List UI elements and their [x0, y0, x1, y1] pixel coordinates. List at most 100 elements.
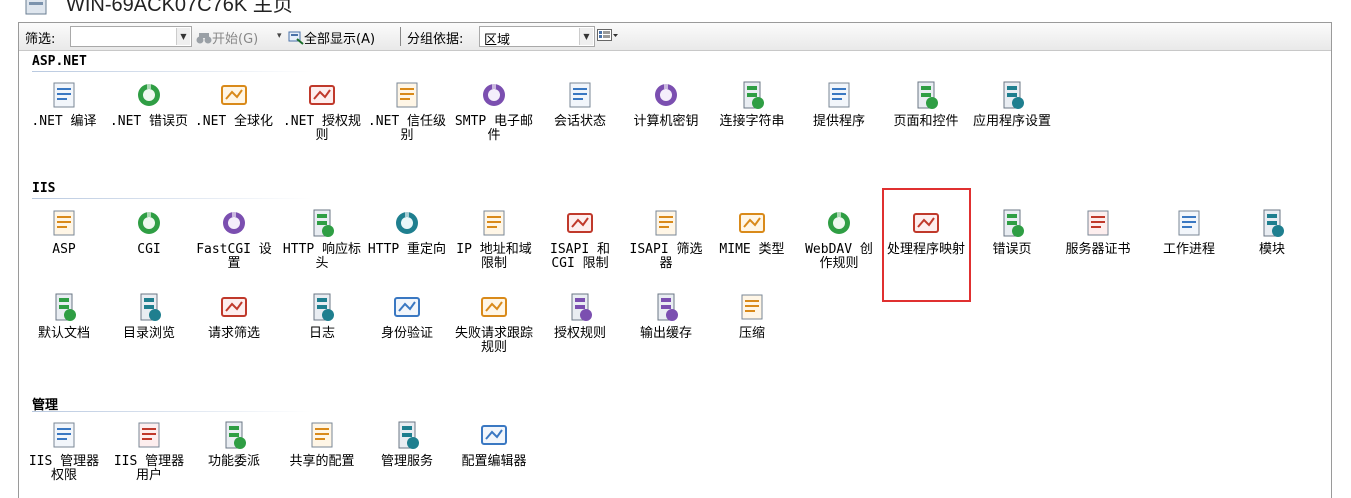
feature-item[interactable]: ASP: [24, 207, 104, 257]
features-view: 筛选: ▼ 开始(G) ▾ 全部显示(A) 分组依据: 区域 ▼ ASP.NET…: [18, 22, 1332, 498]
feature-item[interactable]: 配置编辑器: [454, 419, 534, 469]
filter-label: 筛选:: [25, 32, 56, 47]
http-response-headers-icon: [313, 209, 334, 237]
feature-item[interactable]: IP 地址和域限制: [454, 207, 534, 271]
chevron-down-icon[interactable]: ▼: [579, 28, 593, 45]
dotnet-compile-icon: [53, 82, 75, 108]
feature-item[interactable]: 默认文档: [24, 291, 104, 341]
feature-label: 提供程序: [812, 114, 865, 129]
feature-item[interactable]: 服务器证书: [1058, 207, 1138, 257]
feature-label: HTTP 重定向: [367, 242, 447, 257]
feature-label: 压缩: [738, 326, 765, 341]
section-title: ASP.NET: [32, 54, 87, 69]
feature-label: 页面和控件: [893, 114, 959, 129]
feature-item[interactable]: 身份验证: [367, 291, 447, 341]
feature-label: ISAPI 筛选器: [629, 242, 703, 271]
start-button[interactable]: 开始(G): [196, 28, 258, 47]
feature-item[interactable]: ISAPI 和 CGI 限制: [540, 207, 620, 271]
feature-label: .NET 编译: [31, 114, 97, 129]
feature-item[interactable]: WebDAV 创作规则: [799, 207, 879, 271]
feature-item[interactable]: 连接字符串: [712, 79, 792, 129]
group-by-select[interactable]: 区域 ▼: [479, 26, 595, 48]
authentication-icon: [394, 297, 420, 317]
feature-item[interactable]: .NET 授权规则: [282, 79, 362, 143]
feature-item[interactable]: .NET 信任级别: [367, 79, 447, 143]
ip-domain-restrictions-icon: [483, 210, 505, 236]
section-divider: [32, 411, 312, 412]
feature-label: .NET 全球化: [194, 114, 274, 129]
error-pages-icon: [1003, 209, 1024, 237]
feature-item[interactable]: 会话状态: [540, 79, 620, 129]
feature-item[interactable]: 授权规则: [540, 291, 620, 341]
feature-label: 失败请求跟踪规则: [454, 326, 533, 355]
feature-item[interactable]: SMTP 电子邮件: [454, 79, 534, 143]
feature-item[interactable]: FastCGI 设置: [194, 207, 274, 271]
feature-label: ASP: [52, 242, 76, 257]
feature-item[interactable]: 应用程序设置: [972, 79, 1052, 129]
feature-item[interactable]: ISAPI 筛选器: [626, 207, 706, 271]
feature-item[interactable]: 功能委派: [194, 419, 274, 469]
feature-item[interactable]: 模块: [1232, 207, 1312, 257]
feature-item[interactable]: 输出缓存: [626, 291, 706, 341]
feature-item[interactable]: 提供程序: [799, 79, 879, 129]
feature-label: 输出缓存: [639, 326, 692, 341]
iis-server-icon: [25, 0, 47, 15]
app-settings-icon: [1003, 81, 1024, 109]
view-button[interactable]: [597, 29, 619, 45]
feature-item[interactable]: 目录浏览: [109, 291, 189, 341]
feature-label: 连接字符串: [719, 114, 785, 129]
group-by-label: 分组依据:: [407, 32, 464, 47]
feature-item[interactable]: CGI: [109, 207, 189, 257]
feature-item[interactable]: 工作进程: [1149, 207, 1229, 257]
feature-item[interactable]: MIME 类型: [712, 207, 792, 257]
feature-item[interactable]: .NET 错误页: [109, 79, 189, 129]
feature-item[interactable]: 日志: [282, 291, 362, 341]
feature-label: WebDAV 创作规则: [805, 242, 873, 271]
feature-label: 应用程序设置: [972, 114, 1051, 129]
iis-manager-permissions-icon: [53, 422, 75, 448]
isapi-cgi-restrictions-icon: [567, 213, 593, 233]
modules-icon: [1263, 209, 1284, 237]
feature-label: 共享的配置: [289, 454, 355, 469]
output-caching-icon: [657, 293, 678, 321]
mime-types-icon: [739, 213, 765, 233]
section-title: IIS: [32, 181, 56, 196]
start-dropdown-icon[interactable]: ▾: [277, 31, 282, 41]
view-grid-icon: [597, 29, 618, 41]
session-state-icon: [569, 82, 591, 108]
feature-label: 计算机密钥: [633, 114, 699, 129]
feature-item[interactable]: 请求筛选: [194, 291, 274, 341]
feature-label: 错误页: [992, 242, 1032, 257]
chevron-down-icon[interactable]: ▼: [176, 28, 190, 45]
feature-label: IIS 管理器用户: [113, 454, 185, 483]
pages-controls-icon: [917, 81, 938, 109]
selection-highlight: [882, 188, 971, 302]
feature-item[interactable]: HTTP 响应标头: [282, 207, 362, 271]
feature-item[interactable]: .NET 编译: [24, 79, 104, 129]
feature-label: 管理服务: [380, 454, 433, 469]
feature-item[interactable]: 页面和控件: [886, 79, 966, 129]
feature-label: 日志: [308, 326, 335, 341]
feature-item[interactable]: 失败请求跟踪规则: [454, 291, 534, 355]
show-all-button[interactable]: 全部显示(A): [288, 28, 375, 47]
feature-label: 工作进程: [1162, 242, 1215, 257]
iis-manager-users-icon: [138, 422, 160, 448]
http-redirect-icon: [396, 211, 418, 234]
isapi-filters-icon: [655, 210, 677, 236]
feature-label: .NET 信任级别: [367, 114, 447, 143]
feature-item[interactable]: 共享的配置: [282, 419, 362, 469]
feature-item[interactable]: IIS 管理器权限: [24, 419, 104, 483]
feature-label: SMTP 电子邮件: [454, 114, 534, 143]
feature-item[interactable]: 错误页: [972, 207, 1052, 257]
feature-label: 默认文档: [37, 326, 90, 341]
feature-item[interactable]: 管理服务: [367, 419, 447, 469]
feature-item[interactable]: IIS 管理器用户: [109, 419, 189, 483]
webdav-icon: [828, 211, 850, 234]
dotnet-trust-level-icon: [396, 82, 418, 108]
feature-item[interactable]: HTTP 重定向: [367, 207, 447, 257]
feature-label: MIME 类型: [719, 242, 785, 257]
feature-item[interactable]: 压缩: [712, 291, 792, 341]
filter-input[interactable]: ▼: [70, 26, 192, 47]
feature-item[interactable]: 计算机密钥: [626, 79, 706, 129]
feature-item[interactable]: .NET 全球化: [194, 79, 274, 129]
